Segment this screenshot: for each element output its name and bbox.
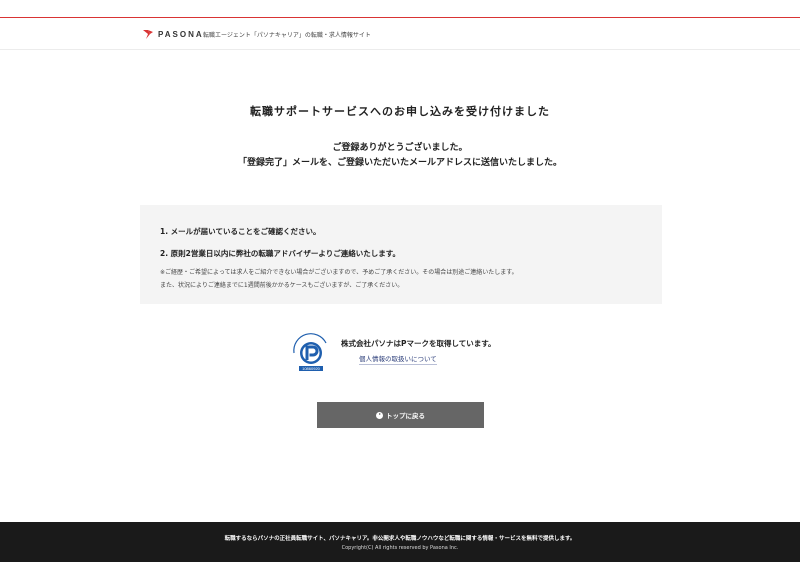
- notice-note-1: ※ご経歴・ご希望によっては求人をご紹介できない場合がございますので、予めご了承く…: [160, 269, 518, 276]
- footer-copyright: Copyright(C) All rights reserved by Paso…: [341, 545, 459, 551]
- thanks-message: ご登録ありがとうございました。: [332, 143, 468, 153]
- next-steps-box: 1. メールが届いていることをご確認ください。 2. 原則2営業日以内に弊社の転…: [140, 205, 662, 304]
- pasona-logo-icon: [143, 30, 153, 39]
- email-sent-message: 「登録完了」メールを、ご登録いただいたメールアドレスに送信いたしました。: [237, 158, 562, 168]
- privacy-mark-statement: 株式会社パソナはPマークを取得しています。: [341, 339, 496, 348]
- next-step-1: 1. メールが届いていることをご確認ください。: [160, 227, 321, 236]
- privacy-mark-icon: 10860920: [293, 333, 327, 371]
- privacy-policy-link[interactable]: 個人情報の取扱いについて: [359, 353, 437, 365]
- site-header: PASONA 転職エージェント「パソナキャリア」の転職・求人情報サイト: [0, 18, 800, 50]
- page-title: 転職サポートサービスへのお申し込みを受け付けました: [250, 105, 550, 118]
- privacy-mark-number: 10860920: [302, 366, 321, 371]
- pasona-logo[interactable]: PASONA: [142, 28, 204, 40]
- back-to-top-label: トップに戻る: [386, 412, 425, 420]
- arrow-circle-icon: [376, 411, 383, 419]
- site-footer: 転職するならパソナの正社員転職サイト、パソナキャリア。非公開求人や転職ノウハウな…: [0, 522, 800, 562]
- logo-text: PASONA: [158, 29, 204, 39]
- site-tagline: 転職エージェント「パソナキャリア」の転職・求人情報サイト: [203, 32, 371, 39]
- notice-note-2: また、状況によりご連絡までに1週間前後かかるケースもございますが、ご了承ください…: [160, 282, 404, 289]
- next-step-2: 2. 原則2営業日以内に弊社の転職アドバイザーよりご連絡いたします。: [160, 249, 400, 258]
- back-to-top-button[interactable]: トップに戻る: [317, 402, 484, 428]
- footer-description: 転職するならパソナの正社員転職サイト、パソナキャリア。非公開求人や転職ノウハウな…: [224, 536, 576, 542]
